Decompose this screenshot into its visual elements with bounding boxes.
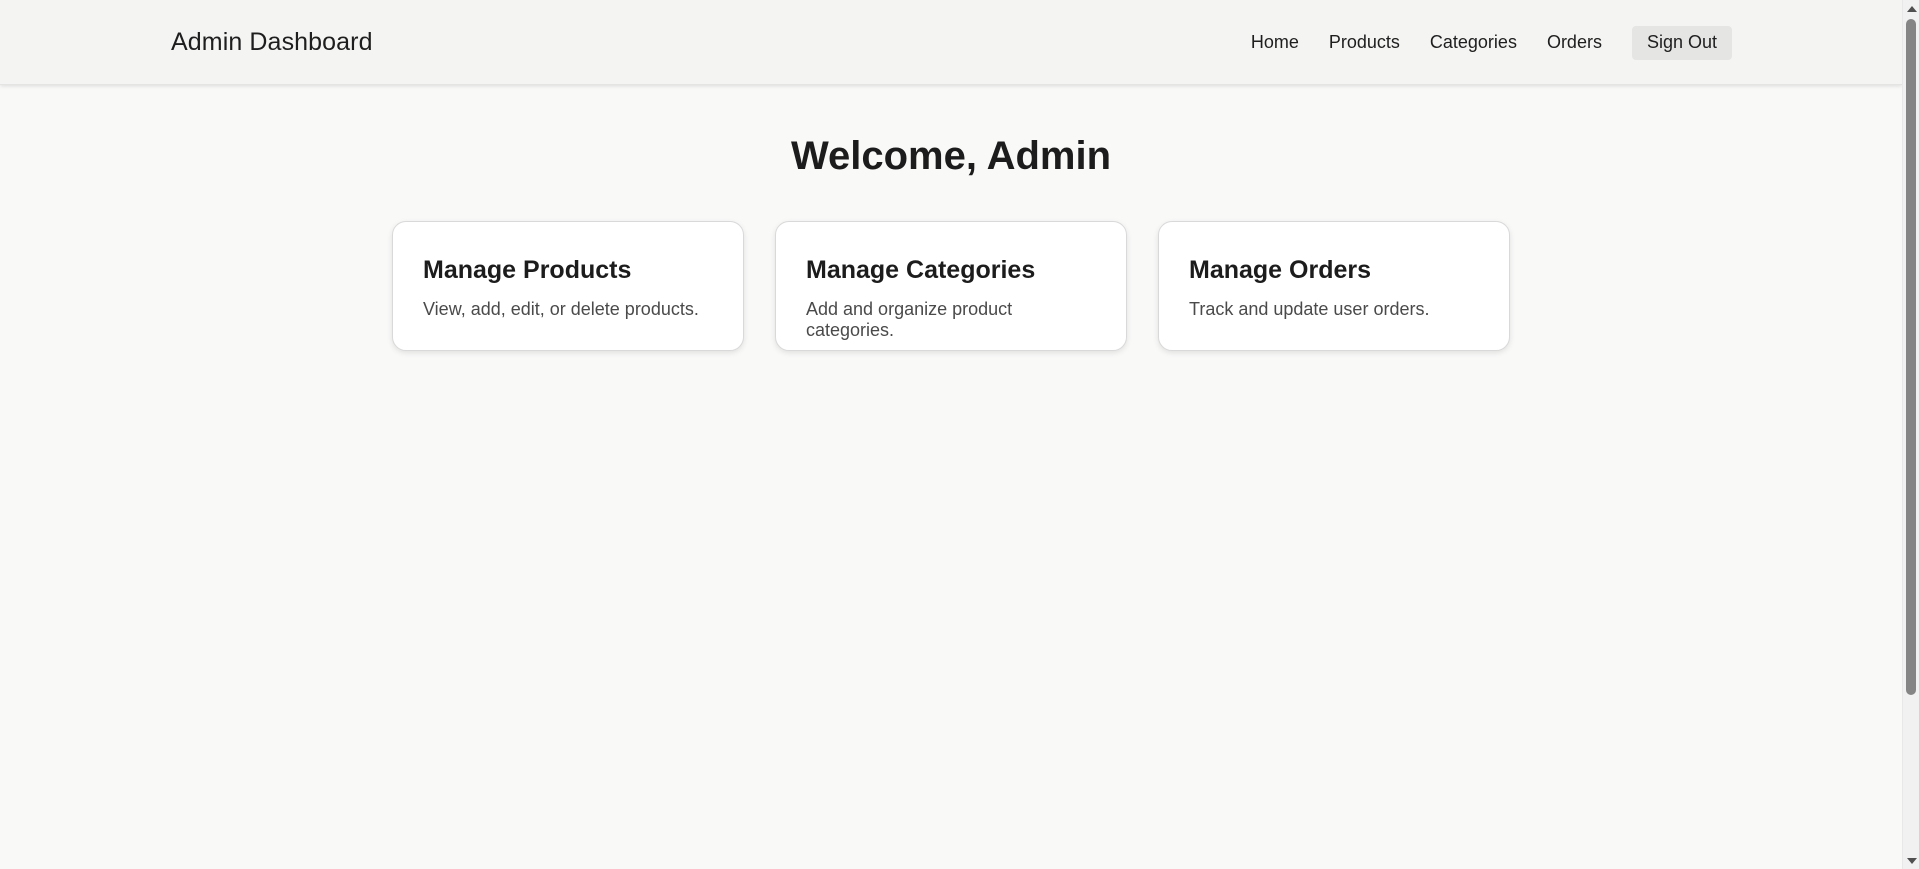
nav-link-categories[interactable]: Categories (1430, 25, 1517, 60)
nav-link-orders[interactable]: Orders (1547, 25, 1602, 60)
sign-out-button[interactable]: Sign Out (1631, 25, 1732, 60)
dashboard-cards: Manage Products View, add, edit, or dele… (392, 221, 1510, 351)
brand-title: Admin Dashboard (171, 28, 373, 56)
nav-link-home[interactable]: Home (1251, 25, 1299, 60)
scroll-up-button[interactable] (1903, 0, 1919, 17)
page: Admin Dashboard Home Products Categories… (0, 0, 1902, 869)
card-title: Manage Products (423, 256, 632, 284)
card-title: Manage Categories (806, 256, 1036, 284)
scrollbar-thumb[interactable] (1906, 19, 1916, 695)
scroll-down-button[interactable] (1903, 852, 1919, 869)
welcome-heading: Welcome, Admin (790, 134, 1112, 178)
card-manage-categories[interactable]: Manage Categories Add and organize produ… (775, 221, 1127, 351)
nav-link-products[interactable]: Products (1329, 25, 1400, 60)
card-manage-orders[interactable]: Manage Orders Track and update user orde… (1158, 221, 1510, 351)
card-description: View, add, edit, or delete products. (423, 299, 699, 319)
card-description: Add and organize product categories. (806, 299, 1013, 340)
card-description: Track and update user orders. (1189, 299, 1430, 319)
card-manage-products[interactable]: Manage Products View, add, edit, or dele… (392, 221, 744, 351)
triangle-up-icon (1906, 5, 1917, 12)
card-title: Manage Orders (1189, 256, 1372, 284)
triangle-down-icon (1906, 857, 1917, 864)
navbar: Admin Dashboard Home Products Categories… (0, 0, 1902, 85)
nav-links: Home Products Categories Orders Sign Out (1251, 25, 1732, 60)
vertical-scrollbar[interactable] (1902, 0, 1919, 869)
